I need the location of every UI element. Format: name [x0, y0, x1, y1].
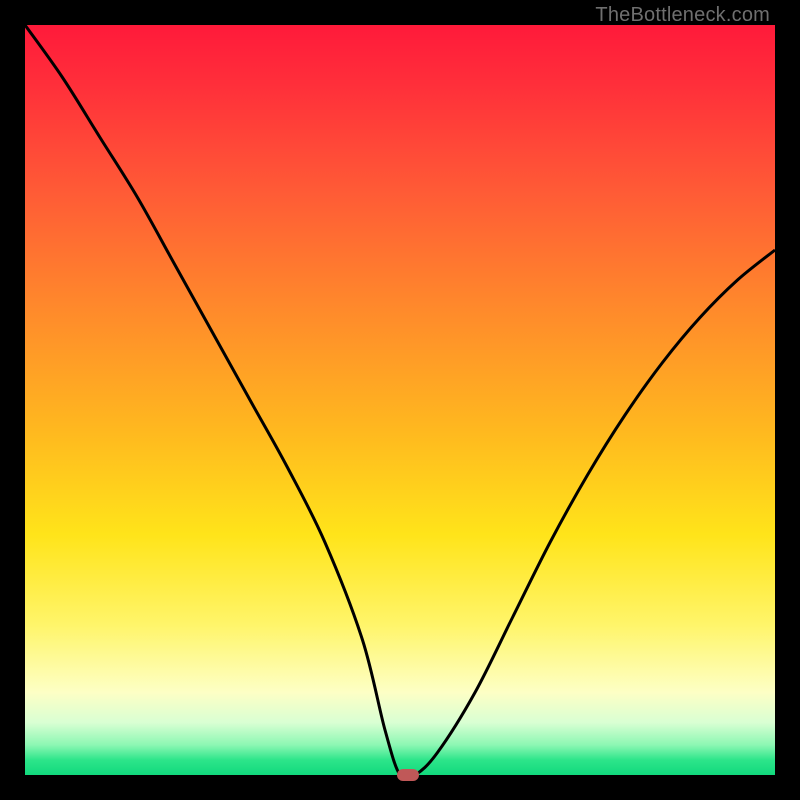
optimum-marker — [397, 769, 419, 781]
chart-frame — [25, 25, 775, 775]
bottleneck-curve — [25, 25, 775, 775]
curve-path — [25, 25, 775, 779]
watermark-text: TheBottleneck.com — [595, 4, 770, 27]
